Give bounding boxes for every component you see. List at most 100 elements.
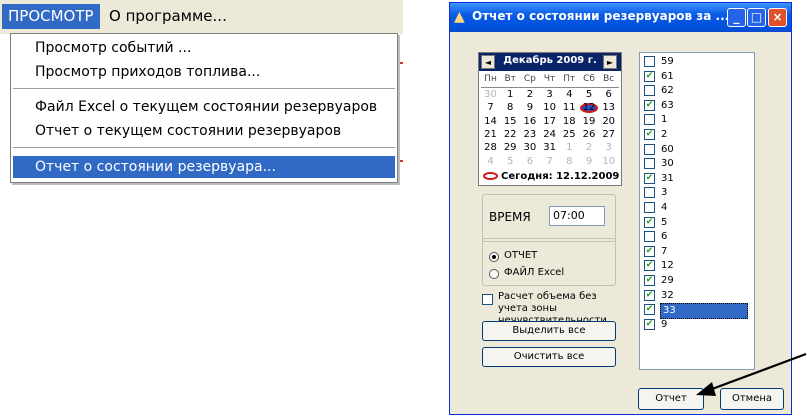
calendar-day[interactable]: 4 — [560, 89, 579, 102]
calendar-day[interactable]: 10 — [599, 156, 618, 169]
calendar-day[interactable]: 25 — [560, 129, 579, 142]
calendar-day[interactable]: 30 — [520, 142, 539, 155]
calendar-day[interactable]: 9 — [580, 156, 599, 169]
tank-list-item[interactable]: 3 — [642, 186, 752, 200]
calendar-day[interactable]: 16 — [520, 116, 539, 129]
calendar-day[interactable]: 11 — [560, 102, 579, 115]
menu-item-fuel-receipts[interactable]: Просмотр приходов топлива... — [13, 61, 395, 83]
tank-checkbox[interactable]: ✔ — [644, 70, 655, 82]
calendar-day[interactable]: 28 — [481, 142, 500, 155]
tank-list-item[interactable]: 60 — [642, 143, 752, 157]
calendar-day[interactable]: 14 — [481, 116, 500, 129]
menu-item-current-state-report[interactable]: Отчет о текущем состоянии резервуаров — [13, 120, 395, 142]
calendar-day[interactable]: 8 — [501, 102, 520, 115]
calendar-day[interactable]: 2 — [520, 89, 539, 102]
calendar-day[interactable]: 3 — [540, 89, 559, 102]
clear-all-button[interactable]: Очистить все — [482, 347, 616, 367]
calendar-day[interactable]: 20 — [599, 116, 618, 129]
tank-checkbox[interactable]: ✔ — [644, 129, 655, 140]
tank-list-item[interactable]: ✔ 2 — [642, 128, 752, 142]
calendar-day[interactable]: 3 — [599, 142, 618, 155]
calendar-day[interactable]: 1 — [560, 142, 579, 155]
excel-radio[interactable] — [489, 269, 499, 279]
tank-checkbox[interactable] — [644, 187, 655, 199]
tank-checkbox[interactable]: ✔ — [644, 172, 655, 184]
menu-item-excel-current-state[interactable]: Файл Excel о текущем состоянии резервуар… — [13, 96, 395, 118]
time-field[interactable]: 07:00 — [549, 206, 605, 226]
tank-list-item[interactable]: 1 — [642, 113, 752, 127]
tank-list-item[interactable]: 59 — [642, 55, 752, 69]
calendar-day[interactable]: 29 — [501, 142, 520, 155]
calendar-day[interactable]: 26 — [580, 129, 599, 142]
close-button[interactable]: × — [768, 8, 787, 27]
tank-list-item[interactable]: 30 — [642, 157, 752, 171]
calendar-day[interactable]: 18 — [560, 116, 579, 129]
tank-list-item[interactable]: ✔ 5 — [642, 216, 752, 230]
tank-checkbox[interactable] — [644, 202, 655, 213]
calendar-day[interactable]: 6 — [520, 156, 539, 169]
calendar-day[interactable]: 2 — [580, 142, 599, 155]
tank-checkbox[interactable]: ✔ — [644, 216, 655, 228]
calendar-day[interactable]: 8 — [560, 156, 579, 169]
tank-checkbox[interactable]: ✔ — [644, 260, 655, 272]
tank-checkbox[interactable]: ✔ — [644, 245, 655, 257]
calendar-day[interactable]: 19 — [580, 116, 599, 129]
previous-month-button[interactable]: ◄ — [481, 55, 495, 69]
calendar-day[interactable]: 5 — [501, 156, 520, 169]
calendar-day[interactable]: 7 — [481, 102, 500, 115]
calendar-day[interactable]: 5 — [580, 89, 599, 102]
calendar-day[interactable]: 24 — [540, 129, 559, 142]
volume-calc-checkbox[interactable] — [482, 294, 493, 305]
select-all-button[interactable]: Выделить все — [482, 321, 616, 341]
calendar-day[interactable]: 15 — [501, 116, 520, 129]
calendar-day[interactable]: 1 — [501, 89, 520, 102]
tank-checkbox[interactable]: ✔ — [644, 304, 655, 316]
tank-list-item[interactable]: ✔ 29 — [642, 274, 752, 288]
calendar-day[interactable]: 13 — [599, 102, 618, 115]
tank-checkbox[interactable] — [644, 56, 655, 67]
calendar-day[interactable]: 23 — [520, 129, 539, 142]
tank-list-item[interactable]: ✔ 7 — [642, 245, 752, 259]
tank-checkbox[interactable]: ✔ — [644, 318, 655, 330]
calendar-day[interactable]: 9 — [520, 102, 539, 115]
calendar-day[interactable]: 21 — [481, 129, 500, 142]
tank-list-item[interactable]: 62 — [642, 84, 752, 98]
next-month-button[interactable]: ► — [603, 55, 617, 69]
tank-checkbox[interactable]: ✔ — [644, 289, 655, 301]
tank-list-item[interactable]: ✔ 61 — [642, 70, 752, 84]
menu-about[interactable]: О программе... — [103, 4, 233, 29]
tank-checkbox[interactable] — [644, 231, 655, 243]
title-bar[interactable]: ▲ Отчет о состоянии резервуаров за ... _… — [450, 3, 791, 32]
tank-list-item[interactable]: ✔ 12 — [642, 259, 752, 273]
tank-checklist[interactable]: 59 ✔ 61 62 ✔ 63 1 ✔ 2 60 30 ✔ 31 3 4 ✔ 5 6 ✔ 7 ✔ 12 ✔ 29 ✔ 32 ✔ 33 ✔… — [639, 52, 755, 370]
tank-checkbox[interactable] — [644, 85, 655, 97]
maximize-button[interactable]: □ — [747, 8, 766, 27]
calendar-day[interactable]: 6 — [599, 89, 618, 102]
tank-checkbox[interactable] — [644, 143, 655, 155]
menu-view[interactable]: ПРОСМОТР — [2, 4, 100, 29]
calendar-day[interactable]: 10 — [540, 102, 559, 115]
tank-list-item[interactable]: 6 — [642, 230, 752, 244]
calendar-month-title[interactable]: Декабрь 2009 г. — [499, 55, 601, 66]
calendar-day[interactable]: 31 — [540, 142, 559, 155]
calendar-day[interactable]: 4 — [481, 156, 500, 169]
calendar-day[interactable]: 17 — [540, 116, 559, 129]
tank-list-item[interactable]: ✔ 9 — [642, 318, 752, 332]
today-link[interactable]: Сегодня: 12.12.2009 — [483, 171, 619, 182]
calendar-day[interactable]: 22 — [501, 129, 520, 142]
menu-item-tank-state-report[interactable]: Отчет о состоянии резервуара... — [13, 156, 395, 178]
tank-list-item[interactable]: 4 — [642, 201, 752, 215]
tank-checkbox[interactable] — [644, 158, 655, 170]
tank-checkbox[interactable] — [644, 114, 655, 126]
tank-list-item[interactable]: ✔ 63 — [642, 99, 752, 113]
calendar-day[interactable]: 27 — [599, 129, 618, 142]
menu-item-events[interactable]: Просмотр событий ... — [13, 37, 395, 59]
tank-checkbox[interactable]: ✔ — [644, 99, 655, 111]
tank-list-item[interactable]: ✔ 31 — [642, 172, 752, 186]
calendar-day[interactable]: 12 — [580, 102, 599, 115]
calendar-day[interactable]: 7 — [540, 156, 559, 169]
tank-list-item[interactable]: ✔ 32 — [642, 289, 752, 303]
month-calendar[interactable]: ◄ Декабрь 2009 г. ► Пн Вт Ср Чт Пт Сб Вс 30 1 2 3… — [478, 52, 622, 186]
minimize-button[interactable]: _ — [727, 8, 746, 27]
tank-checkbox[interactable]: ✔ — [644, 275, 655, 286]
